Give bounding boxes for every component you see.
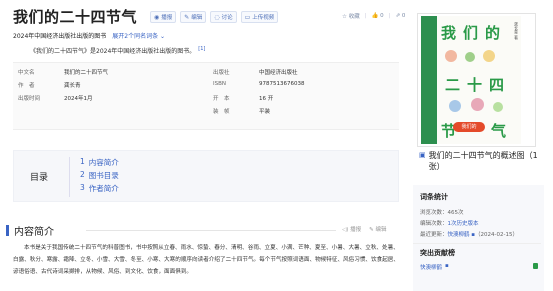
toc-item-author[interactable]: 3 作者简介 xyxy=(80,183,119,194)
cover-figure xyxy=(445,50,457,62)
stat-row: 编辑次数：1次历史版本 xyxy=(420,221,479,227)
star-icon: ☆ xyxy=(342,14,347,20)
toc-list: 1 内容简介 2 图书目录 3 作者简介 xyxy=(80,157,119,194)
image-gallery-icon: ▣ xyxy=(419,151,426,159)
cover-title-char: 十 xyxy=(467,76,483,94)
info-row: 出版时间 2024年1月 xyxy=(18,96,93,102)
section-edit-button[interactable]: ✎ 编辑 xyxy=(369,225,386,233)
cover-art: 我 们 的 二 十 四 节 气 龚长青 著 我们的 xyxy=(421,16,521,144)
toc-item-catalog[interactable]: 2 图书目录 xyxy=(80,170,119,181)
edit-icon: ✎ xyxy=(369,227,374,233)
play-button[interactable]: ◉ 播报 xyxy=(150,11,177,23)
toc-item-intro[interactable]: 1 内容简介 xyxy=(80,157,119,168)
last-editor-link[interactable]: 快澳柳鹤 xyxy=(448,232,470,238)
stats-title: 词条统计 xyxy=(420,193,448,201)
cover-title-char: 气 xyxy=(491,122,507,140)
cover-title-char: 们 xyxy=(463,24,479,42)
title-actions: ◉ 播报 ✎ 编辑 ◌ 讨论 ▭ 上传视频 xyxy=(150,11,279,23)
table-of-contents: 目录 1 内容简介 2 图书目录 3 作者简介 xyxy=(13,150,399,202)
cover-figure xyxy=(493,102,503,112)
book-cover-image[interactable]: 我 们 的 二 十 四 节 气 龚长青 著 我们的 xyxy=(417,13,536,147)
stat-row: 最近更新：快澳柳鹤 ▪（2024-02-15） xyxy=(420,232,518,238)
image-caption[interactable]: ▣ 我们的二十四节气的概述图（1张） xyxy=(419,150,547,172)
like-button[interactable]: 👍 0 xyxy=(372,13,384,19)
edit-button[interactable]: ✎ 编辑 xyxy=(180,11,207,23)
info-row: ISBN 9787513676038 xyxy=(213,81,305,87)
top-right-actions: ☆ 收藏 | 👍 0 | ⇗ 0 xyxy=(342,12,406,20)
cover-title-char: 四 xyxy=(489,76,505,94)
info-row: 中文名 我们的二十四节气 xyxy=(18,70,109,76)
expand-synonyms-link[interactable]: 展开2个同名词条 ⌄ xyxy=(112,31,165,40)
info-row: 开 本 16 开 xyxy=(213,96,274,102)
cover-title-char: 的 xyxy=(485,24,501,42)
speaker-icon: ◁) xyxy=(342,227,349,233)
discuss-button[interactable]: ◌ 讨论 xyxy=(210,11,237,23)
info-row: 作 者龚长青 xyxy=(18,83,81,89)
basic-info-box: 中文名 我们的二十四节气 作 者龚长青 出版时间 2024年1月 出版社 中国经济出版… xyxy=(13,62,399,130)
section-body: 本书是关于我国传统二十四节气的科普图书，书中按照从立春、雨水、惊蛰、春分、清明、… xyxy=(13,245,399,275)
cover-figure xyxy=(449,100,461,112)
subtitle: 2024年中国经济出版社出版的图书 展开2个同名词条 ⌄ xyxy=(13,31,166,40)
user-badge-icon: ▪ xyxy=(445,263,449,269)
section-play-button[interactable]: ◁) 播报 xyxy=(342,225,361,233)
play-icon: ◉ xyxy=(154,13,160,21)
divider xyxy=(413,243,541,244)
share-button[interactable]: ⇗ 0 xyxy=(396,13,406,19)
cover-author: 龚长青 著 xyxy=(514,22,519,40)
comment-icon: ◌ xyxy=(214,13,220,21)
info-row: 出版社 中国经济出版社 xyxy=(213,70,298,76)
cover-title-char: 二 xyxy=(445,76,461,94)
cover-figure xyxy=(465,52,475,62)
contrib-title: 突出贡献榜 xyxy=(420,249,455,257)
cover-title-char: 我 xyxy=(441,24,457,42)
stat-row: 浏览次数：465次 xyxy=(420,210,464,216)
section-marker xyxy=(6,225,9,236)
cover-spine xyxy=(421,16,437,144)
chevron-down-icon: ⌄ xyxy=(160,33,166,40)
cover-figure xyxy=(471,98,484,111)
divider xyxy=(86,230,336,231)
toc-label: 目录 xyxy=(30,173,49,183)
contributor-link[interactable]: 快澳柳鹤 ▪ xyxy=(420,263,449,271)
section-title: 内容简介 xyxy=(14,227,54,238)
divider xyxy=(69,157,70,197)
cover-band: 我们的 xyxy=(453,122,485,132)
reference-link[interactable]: [1] xyxy=(198,46,205,52)
favorite-button[interactable]: ☆ 收藏 xyxy=(342,12,360,20)
edit-icon: ✎ xyxy=(184,13,190,21)
bookmark-icon xyxy=(533,263,538,269)
history-link[interactable]: 1次历史版本 xyxy=(448,221,479,227)
cover-figure xyxy=(483,50,495,62)
section-actions: ◁) 播报 ✎ 编辑 xyxy=(342,225,387,233)
share-icon: ⇗ xyxy=(395,13,401,19)
upload-video-button[interactable]: ▭ 上传视频 xyxy=(240,11,279,23)
summary: 《我们的二十四节气》是2024年中国经济出版社出版的图书。 [1] xyxy=(30,46,206,55)
video-icon: ▭ xyxy=(244,13,251,21)
thumb-up-icon: 👍 xyxy=(371,13,379,19)
page-title: 我们的二十四节气 xyxy=(13,8,138,26)
info-row: 装 帧平装 xyxy=(213,109,271,115)
section-header: 内容简介 ◁) 播报 ✎ 编辑 xyxy=(6,223,400,238)
